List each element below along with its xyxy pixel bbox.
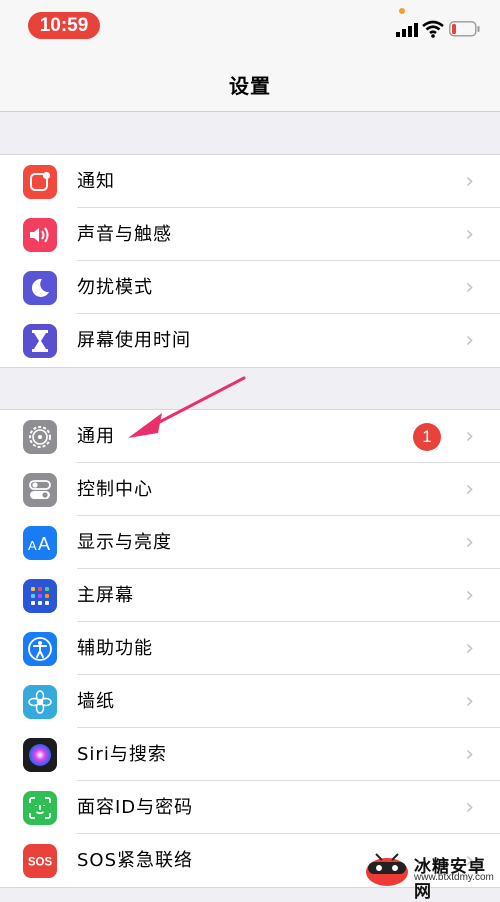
- row-label: 控制中心: [77, 479, 153, 500]
- chevron-right-icon: ›: [465, 275, 474, 300]
- face-id-icon: [23, 791, 57, 825]
- watermark-logo: [366, 853, 408, 886]
- speaker-icon: [23, 218, 57, 252]
- settings-row-display[interactable]: AA 显示与亮度 ›: [0, 516, 500, 569]
- chevron-right-icon: ›: [465, 530, 474, 555]
- chevron-right-icon: ›: [465, 424, 474, 449]
- chevron-right-icon: ›: [465, 689, 474, 714]
- status-bar: 10:59: [0, 0, 500, 50]
- siri-icon: [23, 738, 57, 772]
- settings-row-wallpaper[interactable]: 墙纸 ›: [0, 675, 500, 728]
- notifications-icon: [23, 165, 57, 199]
- settings-row-notifications[interactable]: 通知 ›: [0, 155, 500, 208]
- cellular-signal-icon: [396, 23, 418, 37]
- flower-icon: [23, 685, 57, 719]
- settings-row-screen-time[interactable]: 屏幕使用时间 ›: [0, 314, 500, 367]
- settings-row-sounds[interactable]: 声音与触感 ›: [0, 208, 500, 261]
- settings-row-home-screen[interactable]: 主屏幕 ›: [0, 569, 500, 622]
- row-label: 辅助功能: [77, 638, 153, 659]
- mic-indicator-dot: [399, 8, 405, 14]
- svg-text:A: A: [38, 534, 50, 553]
- navigation-bar: 设置: [0, 50, 500, 112]
- moon-icon: [23, 271, 57, 305]
- row-label: 通用: [77, 426, 115, 447]
- row-label: 显示与亮度: [77, 532, 172, 553]
- settings-group-2: 通用 1 › 控制中心 › AA 显示与亮度 › 主屏幕 › 辅助功能 › 墙纸…: [0, 409, 500, 888]
- chevron-right-icon: ›: [465, 477, 474, 502]
- chevron-right-icon: ›: [465, 169, 474, 194]
- chevron-right-icon: ›: [465, 742, 474, 767]
- settings-row-general[interactable]: 通用 1 ›: [0, 410, 500, 463]
- settings-group-1: 通知 › 声音与触感 › 勿扰模式 › 屏幕使用时间 ›: [0, 154, 500, 368]
- settings-row-do-not-disturb[interactable]: 勿扰模式 ›: [0, 261, 500, 314]
- chevron-right-icon: ›: [465, 636, 474, 661]
- row-label: 主屏幕: [77, 585, 134, 606]
- settings-row-accessibility[interactable]: 辅助功能 ›: [0, 622, 500, 675]
- chevron-right-icon: ›: [465, 795, 474, 820]
- wifi-icon: [422, 20, 444, 38]
- settings-row-siri[interactable]: Siri与搜索 ›: [0, 728, 500, 781]
- notification-badge: 1: [413, 423, 441, 451]
- svg-text:SOS: SOS: [28, 857, 53, 869]
- sos-icon: SOS: [23, 844, 57, 878]
- row-label: 声音与触感: [77, 224, 172, 245]
- watermark-url: www.btxtdmy.com: [414, 872, 494, 883]
- page-title: 设置: [229, 74, 271, 98]
- settings-row-face-id[interactable]: 面容ID与密码 ›: [0, 781, 500, 834]
- row-label: 通知: [77, 171, 115, 192]
- row-label: SOS紧急联络: [77, 850, 194, 871]
- hourglass-icon: [23, 324, 57, 358]
- row-label: 面容ID与密码: [77, 797, 194, 818]
- row-label: 勿扰模式: [77, 277, 153, 298]
- home-grid-icon: [23, 579, 57, 613]
- chevron-right-icon: ›: [465, 328, 474, 353]
- text-size-icon: AA: [23, 526, 57, 560]
- gear-icon: [23, 420, 57, 454]
- row-label: Siri与搜索: [77, 744, 167, 765]
- row-label: 屏幕使用时间: [77, 330, 191, 351]
- status-time: 10:59: [28, 12, 100, 39]
- toggles-icon: [23, 473, 57, 507]
- settings-row-control-center[interactable]: 控制中心 ›: [0, 463, 500, 516]
- battery-icon: [449, 21, 480, 37]
- row-label: 墙纸: [77, 691, 115, 712]
- chevron-right-icon: ›: [465, 583, 474, 608]
- accessibility-icon: [23, 632, 57, 666]
- svg-text:A: A: [28, 538, 37, 553]
- chevron-right-icon: ›: [465, 222, 474, 247]
